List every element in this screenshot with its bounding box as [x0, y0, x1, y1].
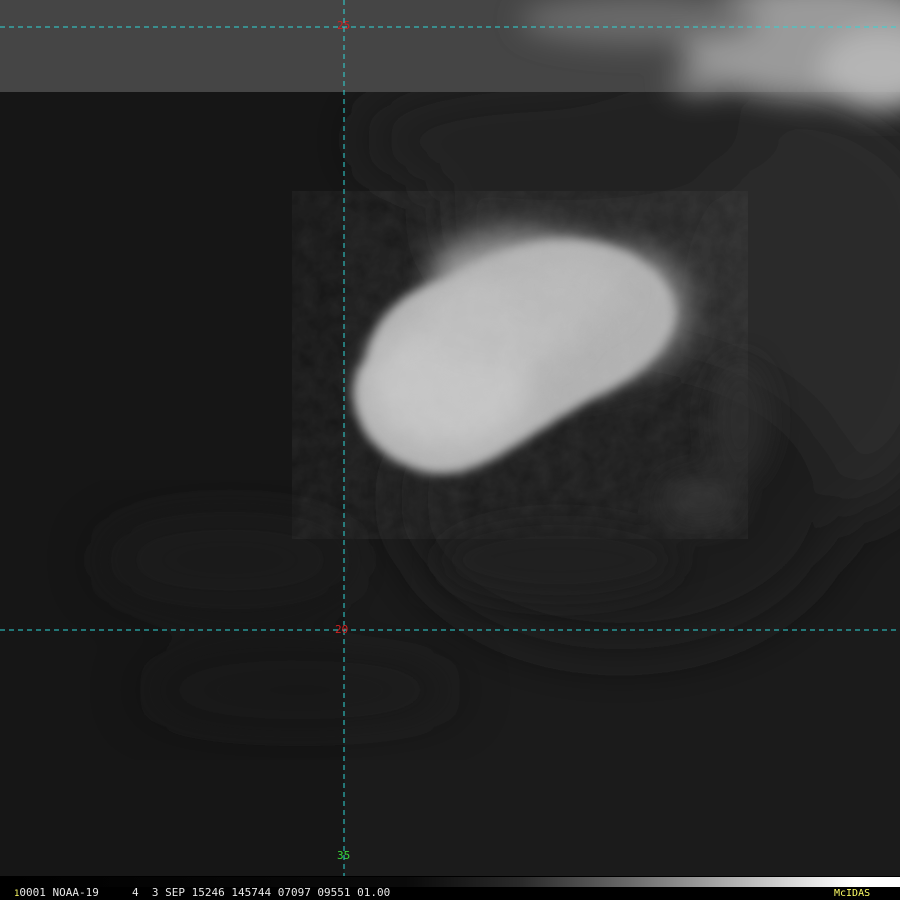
satellite-image-viewer: 25 20 35 10001 NOAA-19 4 3 SEP 15246 145…	[0, 0, 900, 900]
longitude-label-bottom: 35	[337, 849, 351, 862]
latitude-label-top: 25	[337, 19, 351, 32]
image-caption: 10001 NOAA-19 4 3 SEP 15246 145744 07097…	[14, 887, 390, 900]
satellite-imagery	[0, 0, 900, 900]
latitude-label-middle: 20	[335, 623, 349, 636]
mcidas-logo-text: McIDAS	[834, 888, 871, 899]
caption-text: 0001 NOAA-19 4 3 SEP 15246 145744 07097 …	[19, 886, 391, 899]
